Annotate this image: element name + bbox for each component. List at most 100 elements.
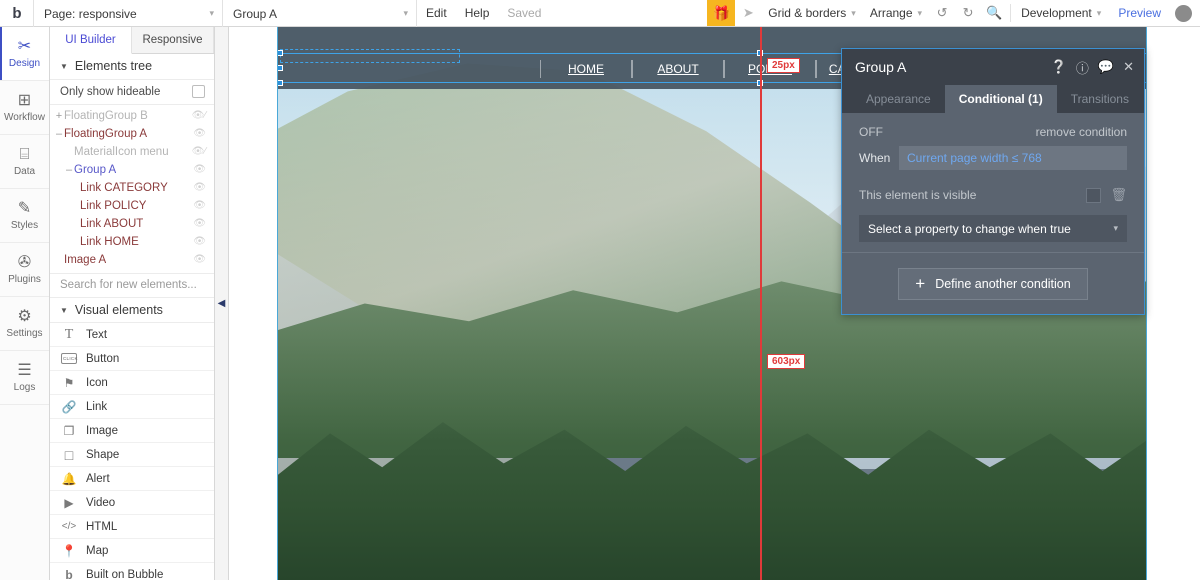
tree-row-label: FloatingGroup A [64,127,148,140]
element-item-image[interactable]: ❐ Image [50,419,214,444]
trash-icon[interactable]: 🗑 [1110,187,1127,203]
tab-responsive[interactable]: Responsive [132,27,214,54]
eye-icon[interactable]: 👁 [193,218,206,229]
visual-elements-header[interactable]: ▼ Visual elements [50,298,214,324]
element-item-label: Icon [86,376,108,389]
pointer-tool-icon[interactable]: ➤ [735,0,761,26]
toolbar-divider [1010,4,1012,22]
bubble-icon: b [65,567,73,580]
eye-slash-icon[interactable]: 👁∕ [192,146,206,157]
link-home[interactable]: HOME [541,62,631,76]
tree-row[interactable]: Image A 👁 [50,251,214,269]
close-icon[interactable]: ✕ [1123,59,1134,75]
eye-icon[interactable]: 👁 [193,200,206,211]
tree-row[interactable]: Link HOME 👁 [50,233,214,251]
redo-icon[interactable]: ↻ [955,0,981,26]
expander-icon[interactable]: – [54,128,64,140]
element-item-map[interactable]: 📍 Map [50,539,214,564]
tree-row[interactable]: – FloatingGroup A 👁 [50,125,214,143]
tree-row[interactable]: Link CATEGORY 👁 [50,179,214,197]
only-show-hideable-checkbox[interactable] [192,85,205,99]
search-icon[interactable]: 🔍 [981,0,1007,26]
popup-header[interactable]: Group A ❔ ⓘ 💬 ✕ [842,49,1144,85]
eye-icon[interactable]: 👁 [193,236,206,247]
eye-icon[interactable]: 👁 [193,182,206,193]
rail-item-workflow[interactable]: ⊞ Workflow [0,81,49,135]
visual-elements-list: T Text CLICK Button ⚑ Icon 🔗 Link ❐ Imag… [50,323,214,580]
element-item-video[interactable]: ▶ Video [50,491,214,516]
eye-icon[interactable]: 👁 [193,164,206,175]
tree-row[interactable]: Link POLICY 👁 [50,197,214,215]
tree-row-group-a[interactable]: – Group A 👁 [50,161,214,179]
element-item-text[interactable]: T Text [50,323,214,348]
remove-condition-button[interactable]: remove condition [1036,125,1127,139]
preview-button[interactable]: Preview [1108,0,1171,26]
eye-icon[interactable]: 👁 [193,254,206,265]
when-expression-field[interactable]: Current page width ≤ 768 [899,146,1127,170]
tree-row[interactable]: + FloatingGroup B 👁∕ [50,107,214,125]
flag-icon: ⚑ [63,375,75,390]
grid-and-borders-menu[interactable]: Grid & borders ▾ [761,0,863,26]
guide-label-bottom: 603px [767,354,806,369]
only-show-hideable-row[interactable]: Only show hideable [50,80,214,105]
rail-item-data[interactable]: ⌸ Data [0,135,49,189]
element-item-shape[interactable]: □ Shape [50,443,214,468]
page-selector[interactable]: Page: responsive ▾ [33,0,223,27]
tab-appearance[interactable]: Appearance [852,85,945,113]
search-new-elements[interactable]: Search for new elements... [50,272,214,299]
visible-property-row: This element is visible 🗑 [859,187,1127,203]
version-selector[interactable]: Development ▾ [1014,0,1108,26]
rail-item-plugins[interactable]: ✇ Plugins [0,243,49,297]
tab-transitions[interactable]: Transitions [1057,85,1143,113]
element-selector[interactable]: Group A ▾ [222,0,417,27]
define-another-condition-button[interactable]: + Define another condition [898,267,1088,300]
element-item-html[interactable]: </> HTML [50,515,214,540]
gift-icon[interactable]: 🎁 [707,0,736,26]
rail-item-styles[interactable]: ✎ Styles [0,189,49,243]
expander-icon[interactable]: – [64,164,74,176]
element-item-button[interactable]: CLICK Button [50,347,214,372]
visible-property-checkbox[interactable] [1086,187,1102,203]
elements-tree-header[interactable]: ▼ Elements tree [50,54,214,80]
element-item-label: Video [86,496,116,509]
comment-icon[interactable]: 💬 [1098,59,1114,75]
rail-item-logs[interactable]: ☰ Logs [0,351,49,405]
tab-conditional[interactable]: Conditional (1) [944,85,1057,113]
property-editor-popup[interactable]: Group A ❔ ⓘ 💬 ✕ Appearance Conditional (… [841,48,1145,315]
chevron-down-icon: ▼ [60,305,68,315]
chevron-down-icon: ▾ [1113,223,1118,233]
bubble-logo[interactable]: b [0,0,34,26]
element-item-alert[interactable]: 🔔 Alert [50,467,214,492]
help-icon[interactable]: ❔ [1051,59,1067,75]
undo-icon[interactable]: ↺ [929,0,955,26]
element-item-label: Map [86,544,109,557]
rail-item-settings[interactable]: ⚙ Settings [0,297,49,351]
expander-icon[interactable]: + [54,110,64,122]
tree-row[interactable]: Link ABOUT 👁 [50,215,214,233]
element-item-icon[interactable]: ⚑ Icon [50,371,214,396]
avatar[interactable] [1175,4,1192,22]
rail-item-design[interactable]: ✂ Design [0,27,49,81]
select-property-dropdown[interactable]: Select a property to change when true ▾ [859,215,1127,242]
link-about[interactable]: ABOUT [633,62,723,76]
eye-slash-icon[interactable]: 👁∕ [192,110,206,121]
help-menu[interactable]: Help [456,0,499,26]
chevron-down-icon: ▾ [209,8,214,18]
element-item-label: Image [86,424,118,437]
when-row: When Current page width ≤ 768 [859,146,1127,170]
bell-icon: 🔔 [61,471,77,486]
info-icon[interactable]: ⓘ [1076,58,1089,77]
eye-icon[interactable]: 👁 [193,128,206,139]
tab-ui-builder[interactable]: UI Builder [50,27,132,55]
element-item-built-on-bubble[interactable]: b Built on Bubble [50,563,214,580]
arrange-menu[interactable]: Arrange ▾ [863,0,929,26]
tree-row-label: Image A [64,253,107,266]
brush-icon: ✎ [17,199,32,217]
element-item-label: Button [86,352,120,365]
element-item-link[interactable]: 🔗 Link [50,395,214,420]
edit-menu[interactable]: Edit [417,0,456,26]
visible-property-label: This element is visible [859,188,977,202]
tree-row[interactable]: MaterialIcon menu 👁∕ [50,143,214,161]
panel-collapse-handle[interactable]: ◀ [215,27,229,580]
shape-icon: □ [64,446,74,463]
